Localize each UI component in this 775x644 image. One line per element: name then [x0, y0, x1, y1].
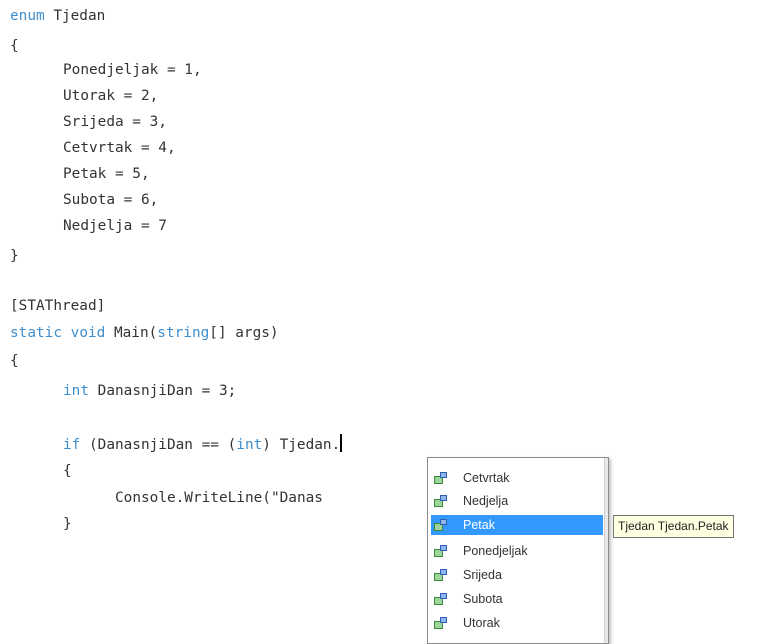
list-item-label: Subota: [463, 592, 503, 606]
keyword: int: [63, 383, 89, 399]
enum-member: Ponedjeljak = 1,: [63, 62, 202, 78]
enum-member-icon: [434, 617, 447, 629]
autocomplete-list[interactable]: Cetvrtak Nedjelja Petak Ponedjeljak Srij…: [427, 457, 609, 644]
list-item[interactable]: Ponedjeljak: [431, 541, 603, 561]
quickinfo-tooltip: Tjedan Tjedan.Petak: [613, 515, 734, 538]
code-line: {: [10, 353, 19, 369]
enum-member-icon: [434, 495, 447, 507]
list-item-label: Srijeda: [463, 568, 502, 582]
keyword: enum: [10, 8, 45, 24]
list-item-label: Cetvrtak: [463, 471, 510, 485]
text-caret: [340, 434, 343, 452]
keyword: if: [63, 437, 81, 453]
code-line: {: [10, 38, 19, 54]
list-item-label: Utorak: [463, 616, 500, 630]
enum-member-icon: [434, 519, 447, 531]
enum-access: ) Tjedan.: [262, 437, 341, 453]
keyword: void: [70, 325, 106, 341]
main-signature: static void Main(string[] args): [10, 322, 279, 344]
if-condition: (DanasnjiDan == (: [80, 437, 237, 453]
enum-member: Petak = 5,: [63, 166, 150, 182]
enum-name: Tjedan: [44, 8, 106, 24]
code-line: {: [63, 463, 72, 479]
list-item[interactable]: Utorak: [431, 613, 603, 633]
list-item-label: Nedjelja: [463, 494, 509, 508]
enum-member: Srijeda = 3,: [63, 114, 167, 130]
list-item-label: Ponedjeljak: [463, 544, 528, 558]
enum-member: Subota = 6,: [63, 192, 159, 208]
list-item[interactable]: Subota: [431, 589, 603, 609]
enum-member-icon: [434, 593, 447, 605]
keyword: static: [10, 325, 62, 341]
enum-member-icon: [434, 569, 447, 581]
enum-member: Nedjelja = 7: [63, 218, 167, 234]
enum-member: Cetvrtak = 4,: [63, 140, 176, 156]
code-editor[interactable]: enum Tjedan { Ponedjeljak = 1, Utorak = …: [0, 0, 775, 642]
attribute-line: [STAThread]: [10, 298, 106, 314]
enum-member-icon: [434, 545, 447, 557]
keyword: string: [157, 325, 210, 341]
code-line: }: [63, 516, 72, 532]
list-item-label: Petak: [463, 518, 495, 532]
writeline-statement: Console.WriteLine("Danas: [115, 490, 323, 506]
method-name: Main(: [105, 325, 158, 341]
code-line: enum Tjedan: [10, 5, 105, 27]
scrollbar[interactable]: [604, 458, 608, 643]
params: [] args): [209, 325, 279, 341]
code-line: }: [10, 248, 19, 264]
list-item-selected[interactable]: Petak: [431, 515, 603, 535]
list-item[interactable]: Srijeda: [431, 565, 603, 585]
keyword: int: [236, 437, 263, 453]
enum-member: Utorak = 2,: [63, 88, 159, 104]
var-declaration: int DanasnjiDan = 3;: [63, 380, 236, 402]
enum-member-icon: [434, 472, 447, 484]
declaration-text: DanasnjiDan = 3;: [89, 383, 237, 399]
list-item[interactable]: Cetvrtak: [431, 468, 603, 488]
list-item[interactable]: Nedjelja: [431, 491, 603, 511]
if-statement: if (DanasnjiDan == (int) Tjedan.: [63, 434, 343, 456]
